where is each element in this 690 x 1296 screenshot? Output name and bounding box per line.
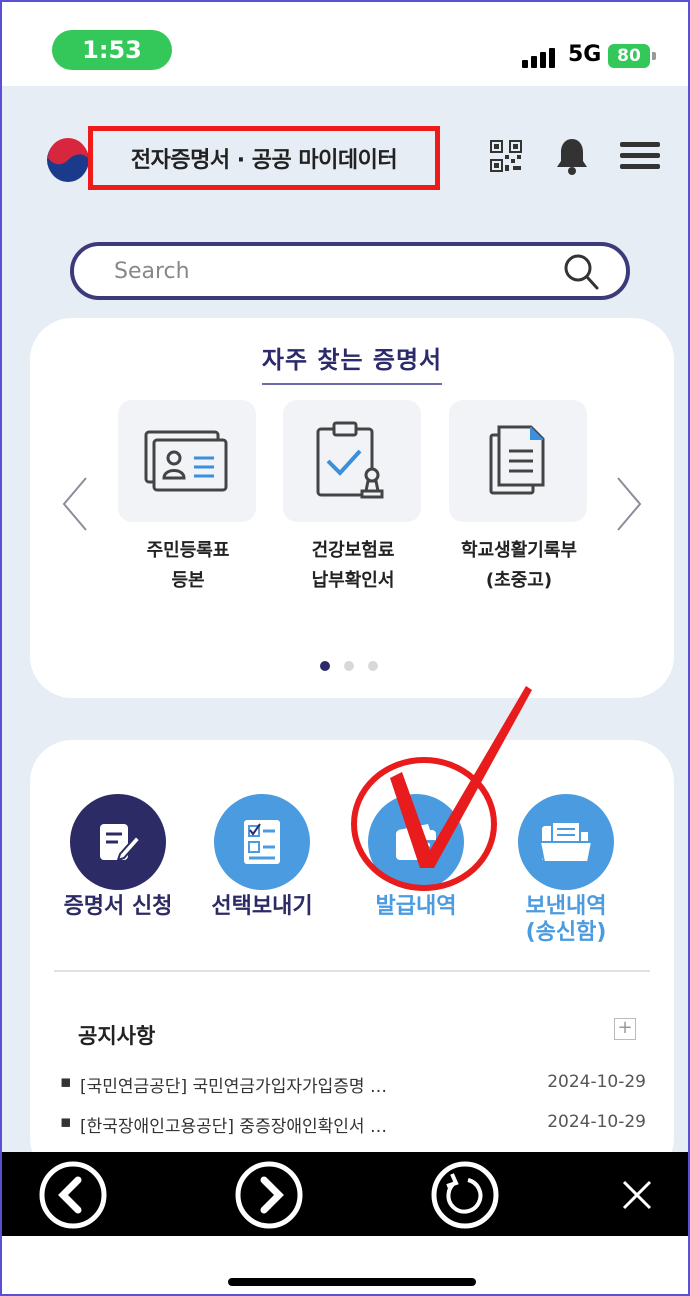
menu-label: 보낸내역 [525,894,607,919]
menu-label: 발급내역 [375,894,457,919]
menu-label: 증명서 신청 [63,894,173,919]
carousel-next-icon[interactable] [614,476,644,532]
carousel-dot[interactable] [344,661,354,671]
status-bar: 1:53 5G 80 [2,2,688,86]
apply-certificate-button[interactable]: 증명서 신청 [48,794,188,920]
certificate-label: 학교생활기록부 [461,540,577,561]
certificate-item-resident-registration[interactable]: 주민등록표 등본 [118,400,258,596]
frequent-certificates-title: 자주 찾는 증명서 [30,340,674,385]
notices-title: 공지사항 [78,1024,156,1048]
services-card: 증명서 신청 선택보내기 발급내역 보낸내역 (송신함) 공지사항 + ▪ [국… [30,740,674,1180]
notices-more-button[interactable]: + [614,1018,636,1040]
qr-code-icon[interactable] [490,140,522,172]
wallet-icon [396,824,436,860]
id-card-icon [144,430,228,492]
hamburger-menu-icon[interactable] [620,141,660,171]
notice-item[interactable]: ▪ [한국장애인고용공단] 중증장애인확인서 … 2024-10-29 [60,1112,652,1142]
divider [54,970,650,972]
battery-tip [652,52,656,60]
search-icon[interactable] [562,252,600,292]
home-indicator[interactable] [228,1278,476,1286]
certificate-item-health-insurance[interactable]: 건강보험료 납부확인서 [283,400,423,596]
battery-icon: 80 [608,44,650,68]
status-time: 1:53 [52,30,172,70]
app-title: 전자증명서 · 공공 마이데이터 [130,148,398,173]
certificate-label: (초중고) [485,570,553,591]
carousel-prev-icon[interactable] [60,476,90,532]
app-title-highlight: 전자증명서 · 공공 마이데이터 [88,126,440,190]
notice-date: 2024-10-29 [547,1072,646,1092]
forward-icon[interactable] [234,1160,304,1230]
government-logo-icon[interactable] [46,138,90,182]
carousel-dot[interactable] [320,661,330,671]
notice-text: [국민연금공단] 국민연금가입자가입증명 … [80,1077,387,1097]
certificate-label: 등본 [171,570,205,591]
carousel-dot[interactable] [368,661,378,671]
sent-history-button[interactable]: 보낸내역 (송신함) [496,794,636,946]
menu-label: (송신함) [525,920,607,945]
back-icon[interactable] [38,1160,108,1230]
notice-item[interactable]: ▪ [국민연금공단] 국민연금가입자가입증명 … 2024-10-29 [60,1072,652,1102]
signal-icon [522,48,555,68]
checklist-icon [244,820,280,864]
browser-nav-bar [2,1152,688,1236]
search-bar[interactable] [70,242,630,300]
certificate-item-school-record[interactable]: 학교생활기록부 (초중고) [449,400,589,596]
certificate-label: 납부확인서 [311,570,395,591]
select-send-button[interactable]: 선택보내기 [192,794,332,920]
folder-icon [538,821,594,863]
menu-label: 선택보내기 [211,894,313,919]
pen-paper-icon [100,824,142,862]
frequent-certificates-card: 자주 찾는 증명서 주민등록표 등본 건강보험료 납부확인서 학교생활기록부 (… [30,318,674,698]
close-icon[interactable] [612,1170,662,1220]
app-frame: 1:53 5G 80 전자증명서 · 공공 마이데이터 Search 자주 찾는… [0,0,690,1296]
certificate-label: 건강보험료 [311,540,395,561]
carousel-pagination [320,661,378,671]
notice-text: [한국장애인고용공단] 중증장애인확인서 … [80,1117,387,1137]
search-input[interactable] [114,254,534,288]
notice-date: 2024-10-29 [547,1112,646,1132]
clipboard-check-icon [316,421,384,499]
bell-icon[interactable] [554,136,590,176]
network-label: 5G [568,42,602,67]
certificate-label: 주민등록표 [146,540,230,561]
issuance-history-button[interactable]: 발급내역 [346,794,486,920]
reload-icon[interactable] [430,1160,500,1230]
home-indicator-area [2,1236,688,1294]
document-icon [489,425,545,495]
